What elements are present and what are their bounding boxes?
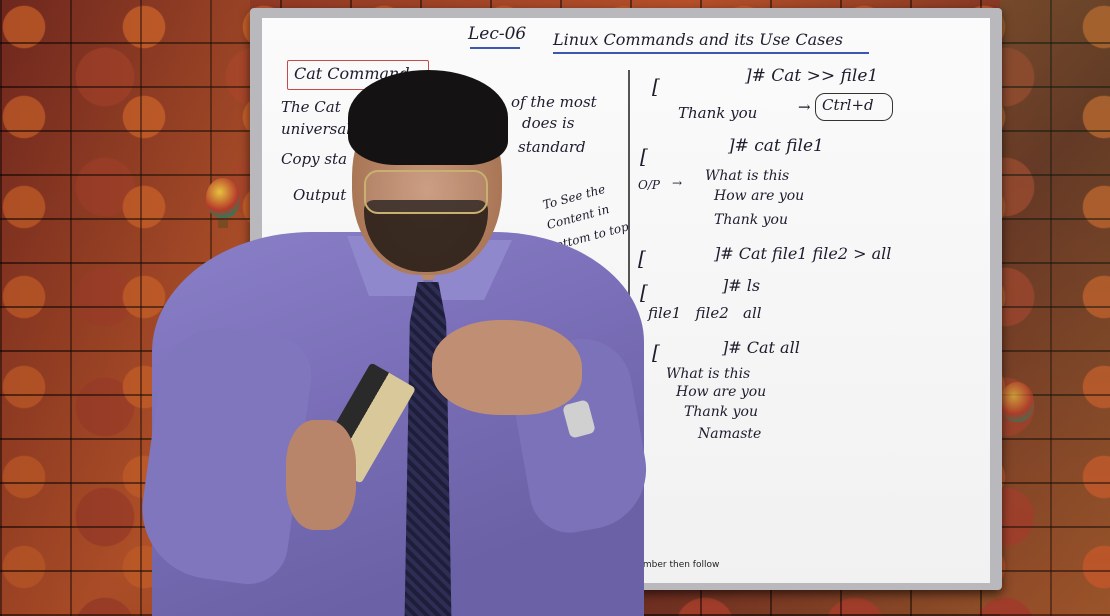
output-arrow: → (672, 176, 683, 190)
lecture-number: Lec-06 (468, 24, 527, 44)
command-5: ]# Cat all (722, 338, 800, 357)
prompt-bracket-2: [ (640, 144, 648, 168)
presenter-right-hand (432, 320, 582, 415)
output-line-1: What is this (705, 168, 790, 184)
presenter-glasses (364, 170, 488, 214)
wall-right-tint (1000, 0, 1110, 616)
board-title: Linux Commands and its Use Cases (553, 30, 843, 49)
output-label: O/P (638, 178, 660, 192)
title-underline (553, 52, 869, 54)
command-3: ]# Cat file1 file2 > all (714, 244, 892, 263)
prompt-bracket-5: [ (652, 340, 660, 364)
all-output-4: Namaste (698, 426, 762, 442)
left-line-1b: of the most (511, 93, 597, 111)
all-output-2: How are you (676, 384, 767, 400)
command-4: ]# ls (722, 276, 761, 295)
hot-air-balloon-decoration (206, 178, 240, 218)
command-1-input: Thank you (678, 104, 758, 122)
left-line-3b: standard (518, 138, 586, 156)
balloon-basket (218, 220, 228, 228)
prompt-bracket-3: [ (638, 246, 646, 270)
all-output-3: Thank you (684, 404, 759, 420)
ls-output: file1 file2 all (648, 304, 762, 322)
presenter-left-hand (286, 420, 356, 530)
hot-air-balloon-decoration-right (1000, 382, 1034, 422)
lecture-underline (470, 47, 520, 49)
left-line-2b: does is (522, 114, 575, 132)
command-1: ]# Cat >> file1 (745, 66, 879, 86)
output-line-3: Thank you (714, 212, 789, 228)
prompt-bracket-4: [ (640, 280, 648, 304)
output-line-2: How are you (714, 188, 805, 204)
arrow-symbol: → (798, 98, 811, 116)
presenter-hair (348, 70, 508, 165)
ctrl-d-key: Ctrl+d (822, 96, 874, 114)
left-line-2: universal (281, 120, 352, 138)
presenter-tie (404, 282, 452, 616)
prompt-bracket-1: [ (652, 74, 660, 98)
left-line-4: Output (293, 186, 347, 204)
command-2: ]# cat file1 (728, 136, 824, 156)
left-line-1: The Cat (281, 98, 341, 116)
all-output-1: What is this (666, 366, 751, 382)
left-line-3: Copy sta (281, 150, 348, 168)
